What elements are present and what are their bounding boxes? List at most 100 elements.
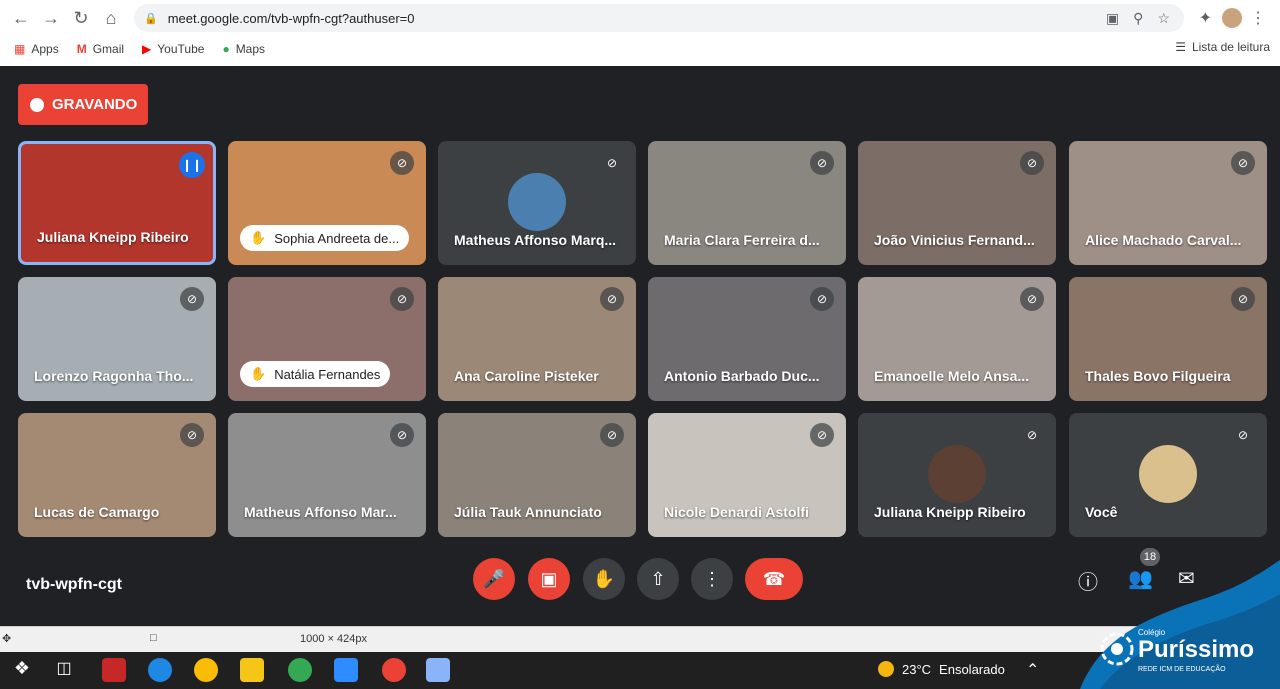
zoom-app-icon[interactable] xyxy=(334,658,358,682)
paint-icon[interactable] xyxy=(426,658,450,682)
participant-name: Nicole Denardi Astolfi xyxy=(664,504,809,520)
chrome-active-icon[interactable] xyxy=(382,658,406,682)
lock-icon: 🔒 xyxy=(144,12,158,25)
mic-muted-icon[interactable]: ⊘ xyxy=(600,287,624,311)
bookmark-apps[interactable]: ▦ Apps xyxy=(14,42,59,56)
participant-tile[interactable]: ⊘ Juliana Kneipp Ribeiro xyxy=(858,413,1056,537)
reading-list[interactable]: ☰ Lista de leitura xyxy=(1175,40,1270,54)
chrome-profile-icon[interactable] xyxy=(288,658,312,682)
gmail-icon: M xyxy=(76,42,87,56)
participant-name: Você xyxy=(1085,504,1118,520)
participant-tile[interactable]: ⊘ João Vinicius Fernand... xyxy=(858,141,1056,265)
mic-off-button[interactable]: 🎤 xyxy=(473,558,515,600)
mic-muted-icon[interactable]: ⊘ xyxy=(1231,287,1255,311)
reload-icon[interactable]: ↻ xyxy=(66,3,96,33)
participant-tile[interactable]: ⊘ Lucas de Camargo xyxy=(18,413,216,537)
address-row: ← → ↻ ⌂ 🔒 meet.google.com/tvb-wpfn-cgt?a… xyxy=(0,0,1280,36)
speaking-icon[interactable]: ❙❙ xyxy=(179,152,205,178)
mic-muted-icon[interactable]: ⊘ xyxy=(390,423,414,447)
participant-name: Matheus Affonso Mar... xyxy=(244,504,397,520)
participant-tile[interactable]: ⊘ Thales Bovo Filgueira xyxy=(1069,277,1267,401)
mic-muted-icon[interactable]: ⊘ xyxy=(810,423,834,447)
mic-muted-icon[interactable]: ⊘ xyxy=(390,287,414,311)
explorer-icon[interactable] xyxy=(240,658,264,682)
bookmark-gmail[interactable]: M Gmail xyxy=(77,42,124,56)
url-text: meet.google.com/tvb-wpfn-cgt?authuser=0 xyxy=(167,10,415,26)
participant-tile[interactable]: ⊘ Antonio Barbado Duc... xyxy=(648,277,846,401)
avatar xyxy=(928,445,986,503)
participant-tile[interactable]: ⊘ ✋ Sophia Andreeta de... xyxy=(228,141,426,265)
menu-icon[interactable]: ⋮ xyxy=(1250,8,1266,28)
participant-name: Natália Fernandes xyxy=(274,366,381,382)
participant-tile[interactable]: ⊘ Ana Caroline Pisteker xyxy=(438,277,636,401)
mic-muted-icon[interactable]: ⊘ xyxy=(180,287,204,311)
zoom-icon[interactable]: ⚲ xyxy=(1133,10,1143,27)
participant-tile[interactable]: ⊘ Júlia Tauk Annunciato xyxy=(438,413,636,537)
participant-name: Juliana Kneipp Ribeiro xyxy=(37,229,189,245)
participant-name: Thales Bovo Filgueira xyxy=(1085,368,1231,384)
participant-tile[interactable]: ⊘ ✋ Natália Fernandes xyxy=(228,277,426,401)
participant-tile[interactable]: ⊘ Matheus Affonso Mar... xyxy=(228,413,426,537)
bookmark-youtube[interactable]: ▶ YouTube xyxy=(142,42,204,56)
participant-name: Juliana Kneipp Ribeiro xyxy=(874,504,1026,520)
tray-chevron-icon[interactable]: ⌃ xyxy=(1026,660,1039,680)
windows-start-icon[interactable]: ❖ xyxy=(10,658,34,682)
forward-icon[interactable]: → xyxy=(36,3,66,33)
task-view-icon[interactable]: ◫ xyxy=(52,658,76,682)
meet-stage: GRAVANDO ❙❙ Juliana Kneipp Ribeiro ⊘ ✋ Sophi… xyxy=(0,66,1280,626)
mic-muted-icon[interactable]: ⊘ xyxy=(390,151,414,175)
mic-muted-icon[interactable]: ⊘ xyxy=(810,287,834,311)
hand-icon: ✋ xyxy=(250,366,267,381)
address-bar[interactable]: 🔒 meet.google.com/tvb-wpfn-cgt?authuser=… xyxy=(134,4,1184,32)
omnibox-icons: ▣ ⚲ ☆ xyxy=(1106,10,1170,27)
participant-tile[interactable]: ⊘ Matheus Affonso Marq... xyxy=(438,141,636,265)
mic-muted-icon[interactable]: ⊘ xyxy=(810,151,834,175)
mic-muted-icon[interactable]: ⊘ xyxy=(180,423,204,447)
camera-off-button[interactable]: ▣ xyxy=(528,558,570,600)
raised-hand-pill: ✋ Natália Fernandes xyxy=(240,361,391,387)
bookmark-maps[interactable]: ● Maps xyxy=(222,42,265,56)
meeting-code: tvb-wpfn-cgt xyxy=(26,576,122,593)
avatar xyxy=(508,173,566,231)
mic-muted-icon[interactable]: ⊘ xyxy=(1020,423,1044,447)
participant-tile[interactable]: ❙❙ Juliana Kneipp Ribeiro xyxy=(18,141,216,265)
extensions-icon[interactable]: ✦ xyxy=(1199,8,1212,28)
image-dimensions: 1000 × 424px xyxy=(300,633,367,645)
more-options-button[interactable]: ⋮ xyxy=(691,558,733,600)
profile-avatar[interactable] xyxy=(1222,8,1242,28)
star-icon[interactable]: ☆ xyxy=(1157,10,1170,27)
move-icon: ✥ xyxy=(2,633,12,645)
raise-hand-button[interactable]: ✋ xyxy=(583,558,625,600)
mic-muted-icon[interactable]: ⊘ xyxy=(1231,423,1255,447)
camera-icon[interactable]: ▣ xyxy=(1106,10,1119,27)
participant-tile[interactable]: ⊘ Nicole Denardi Astolfi xyxy=(648,413,846,537)
participant-name: Lorenzo Ragonha Tho... xyxy=(34,368,194,384)
edge-icon[interactable] xyxy=(148,658,172,682)
reading-list-icon: ☰ xyxy=(1175,40,1186,54)
weather-widget[interactable]: 23°C Ensolarado xyxy=(878,661,1005,677)
record-dot-icon xyxy=(30,97,44,112)
participant-tile[interactable]: ⊘ Emanoelle Melo Ansa... xyxy=(858,277,1056,401)
chrome-icon[interactable] xyxy=(194,658,218,682)
participant-tile[interactable]: ⊘ Você xyxy=(1069,413,1267,537)
end-call-button[interactable]: ☎ xyxy=(745,558,803,600)
mic-muted-icon[interactable]: ⊘ xyxy=(1020,151,1044,175)
present-button[interactable]: ⇧ xyxy=(637,558,679,600)
participant-name: João Vinicius Fernand... xyxy=(874,232,1035,248)
mic-muted-icon[interactable]: ⊘ xyxy=(1020,287,1044,311)
mic-muted-icon[interactable]: ⊘ xyxy=(600,423,624,447)
participant-tile[interactable]: ⊘ Alice Machado Carval... xyxy=(1069,141,1267,265)
participant-tile[interactable]: ⊘ Lorenzo Ragonha Tho... xyxy=(18,277,216,401)
participant-tile[interactable]: ⊘ Maria Clara Ferreira d... xyxy=(648,141,846,265)
apps-icon: ▦ xyxy=(14,42,26,56)
selection-icon: □ xyxy=(150,632,157,644)
mic-muted-icon[interactable]: ⊘ xyxy=(1231,151,1255,175)
back-icon[interactable]: ← xyxy=(6,3,36,33)
recording-badge: GRAVANDO xyxy=(18,84,148,125)
sun-icon xyxy=(878,661,894,677)
mic-muted-icon[interactable]: ⊘ xyxy=(600,151,624,175)
home-icon[interactable]: ⌂ xyxy=(96,3,126,33)
bookmarks-bar: ▦ Apps M Gmail ▶ YouTube ● Maps xyxy=(0,36,1280,62)
participant-name: Alice Machado Carval... xyxy=(1085,232,1242,248)
shield-app-icon[interactable] xyxy=(102,658,126,682)
